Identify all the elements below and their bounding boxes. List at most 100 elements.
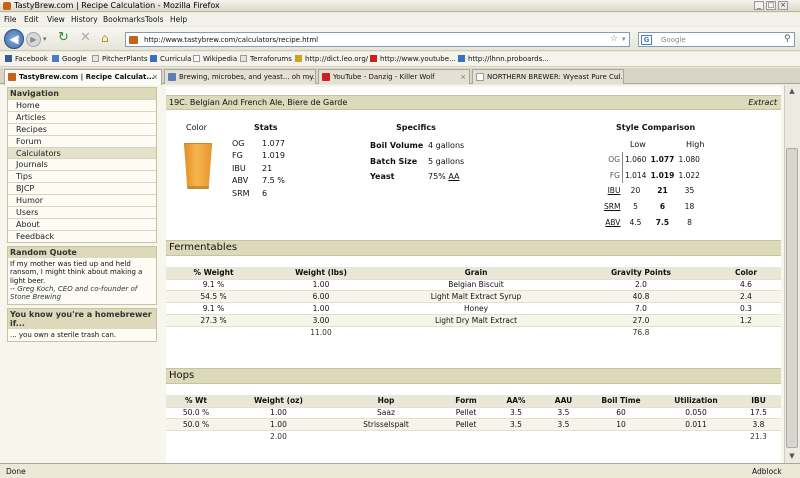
tab-close-icon[interactable]: ×	[614, 73, 620, 81]
scroll-down-arrow-icon[interactable]: ▼	[786, 452, 798, 462]
menu-bookmarks[interactable]: Bookmarks	[103, 15, 145, 24]
col-header: % Weight	[166, 267, 261, 280]
sidebar-item-humor[interactable]: Humor	[8, 194, 156, 206]
sidebar-item-feedback[interactable]: Feedback	[8, 229, 156, 242]
sidebar-item-journals[interactable]: Journals	[8, 158, 156, 170]
tab-favicon-icon	[322, 73, 330, 81]
bookmark-terraforums[interactable]: Terraforums	[240, 55, 292, 63]
stop-icon[interactable]: ✕	[80, 31, 94, 45]
comparison-high: 8	[687, 217, 692, 227]
history-dropdown-icon[interactable]: ▾	[43, 35, 51, 43]
bookmark-facebook[interactable]: Facebook	[5, 55, 48, 63]
comparison-high: 1.080	[678, 155, 700, 165]
menu-view[interactable]: View	[47, 15, 65, 24]
comparison-label-link[interactable]: IBU	[602, 183, 622, 199]
sidebar-item-bjcp[interactable]: BJCP	[8, 182, 156, 194]
fermentables-title: Fermentables	[169, 242, 238, 253]
sidebar-item-home[interactable]: Home	[8, 99, 156, 111]
menu-help[interactable]: Help	[170, 15, 187, 24]
comparison-value: 7.5	[655, 217, 670, 227]
bookmark-google[interactable]: Google	[52, 55, 87, 63]
cell: Pellet	[441, 407, 491, 420]
url-input[interactable]: http://www.tastybrew.com/calculators/rec…	[125, 32, 630, 47]
url-dropdown-icon[interactable]: ▾	[622, 35, 626, 43]
sidebar-item-forum[interactable]: Forum	[8, 134, 156, 147]
comparison-label-link[interactable]: SRM	[602, 199, 622, 215]
menu-file[interactable]: File	[4, 15, 17, 24]
bookmark-leo[interactable]: http://dict.leo.org/	[295, 55, 368, 63]
comparison-value: 21	[657, 186, 668, 196]
firefox-icon	[3, 2, 11, 10]
specific-value: 75%	[428, 172, 446, 181]
menu-edit[interactable]: Edit	[24, 15, 39, 24]
specifics-heading: Specifics	[396, 123, 436, 132]
comparison-high: 18	[684, 202, 695, 212]
tab-youtube[interactable]: YouTube - Danzig - Killer Wolf ×	[318, 69, 470, 84]
beer-color-glass	[184, 143, 212, 189]
stat-label: OG	[232, 139, 245, 148]
sidebar-item-users[interactable]: Users	[8, 206, 156, 218]
comparison-high-heading: High	[686, 140, 705, 149]
table-row: 9.1 % 1.00 Belgian Biscuit 2.0 4.6	[166, 279, 781, 292]
table-row: 54.5 % 6.00 Light Malt Extract Syrup 40.8 2.…	[166, 290, 781, 304]
stat-label: IBU	[232, 163, 246, 173]
tab-strip: TastyBrew.com | Recipe Calculat... × Brew…	[0, 68, 800, 85]
tab-close-icon[interactable]: ×	[306, 73, 312, 81]
cell: 9.1 %	[166, 279, 261, 292]
yeast-attenuation-link[interactable]: AA	[448, 172, 459, 181]
cell	[711, 327, 781, 339]
specifics-list: Boil Volume 4 gallons Batch Size 5 gallons…	[370, 141, 510, 188]
comparison-label-link[interactable]: ABV	[602, 214, 622, 230]
tab-tastybrew[interactable]: TastyBrew.com | Recipe Calculat... ×	[4, 69, 162, 85]
back-arrow-icon[interactable]: ◀	[4, 29, 24, 49]
stat-value: 1.019	[262, 151, 285, 161]
cell: 4.6	[711, 279, 781, 292]
reload-icon[interactable]: ↻	[58, 31, 72, 45]
google-icon[interactable]: G	[641, 35, 652, 45]
stat-label: SRM	[232, 188, 250, 198]
sidebar-item-articles[interactable]: Articles	[8, 110, 156, 123]
comparison-value: 6	[659, 202, 666, 212]
homebrewer-heading: You know you're a homebrewer if...	[8, 308, 156, 329]
cell: 76.8	[632, 328, 650, 338]
sidebar-item-recipes[interactable]: Recipes	[8, 122, 156, 135]
navigation-heading: Navigation	[8, 88, 156, 99]
sidebar-item-tips[interactable]: Tips	[8, 170, 156, 182]
bookmark-youtube[interactable]: http://www.youtube...	[370, 55, 456, 63]
cell: Honey	[381, 302, 571, 316]
recipe-style: 19C. Belgian And French Ale, Biere de Ga…	[169, 98, 348, 107]
adblock-status[interactable]: Adblock	[752, 467, 782, 476]
menu-tools[interactable]: Tools	[145, 15, 163, 24]
bookmark-wikipedia[interactable]: Wikipedia	[193, 55, 237, 63]
forward-arrow-icon[interactable]: ▶	[26, 32, 41, 47]
bookmark-star-icon[interactable]: ☆	[610, 34, 618, 44]
home-icon[interactable]: ⌂	[101, 31, 115, 45]
tab-close-icon[interactable]: ×	[152, 73, 158, 81]
cell: 3.5	[491, 418, 541, 432]
search-magnifier-icon[interactable]: ⚲	[784, 34, 791, 44]
search-placeholder: Google	[661, 36, 686, 44]
tab-brewing-microbes[interactable]: Brewing, microbes, and yeast... oh my...…	[164, 69, 316, 84]
maximize-button[interactable]: □	[766, 1, 776, 10]
specific-value: 5 gallons	[428, 156, 465, 166]
close-button[interactable]: ×	[778, 1, 788, 10]
cell: 17.5	[736, 407, 781, 420]
cell: 6.00	[261, 290, 381, 304]
sidebar-item-calculators[interactable]: Calculators	[8, 146, 156, 159]
bookmark-pitcherplants[interactable]: PitcherPlants	[92, 55, 148, 63]
bookmark-proboards[interactable]: http://lhnn.proboards...	[458, 55, 549, 63]
tab-northern-brewer[interactable]: NORTHERN BREWER: Wyeast Pure Cul... ×	[472, 69, 624, 84]
bookmark-curricula[interactable]: Curricula	[150, 55, 191, 63]
cell: 3.5	[491, 407, 541, 420]
sidebar-item-about[interactable]: About	[8, 217, 156, 230]
scroll-up-arrow-icon[interactable]: ▲	[786, 87, 798, 97]
scrollbar-thumb[interactable]	[786, 148, 798, 448]
search-input[interactable]: G Google ⚲	[638, 32, 795, 47]
menu-history[interactable]: History	[71, 15, 98, 24]
minimize-button[interactable]: _	[754, 1, 764, 10]
cell: Strisselspalt	[331, 418, 441, 432]
comparison-label: FG	[609, 170, 620, 180]
col-header: Gravity Points	[571, 267, 711, 280]
tab-close-icon[interactable]: ×	[460, 73, 466, 81]
stat-label: FG	[232, 151, 243, 161]
